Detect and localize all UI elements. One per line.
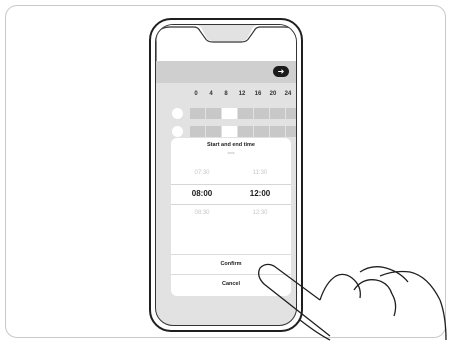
hand-pointer-icon	[258, 263, 447, 341]
